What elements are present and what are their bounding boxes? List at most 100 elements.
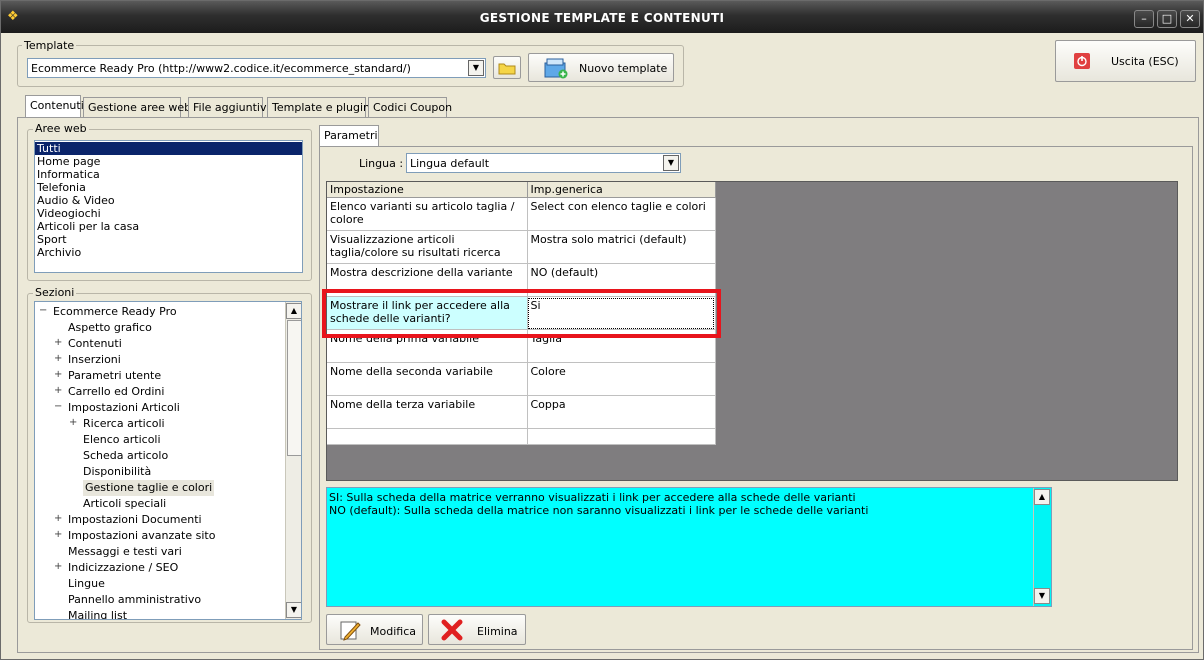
scroll-down-icon[interactable]: ▼ bbox=[1034, 588, 1050, 604]
tree-item[interactable]: Indicizzazione / SEO bbox=[68, 560, 178, 576]
sezioni-scrollbar[interactable]: ▲ ▼ bbox=[285, 302, 301, 619]
tree-item[interactable]: Elenco articoli bbox=[83, 432, 161, 448]
setting-value-cell[interactable]: Coppa bbox=[527, 395, 716, 429]
expand-icon[interactable]: + bbox=[54, 337, 62, 348]
maximize-button[interactable]: □ bbox=[1157, 10, 1177, 28]
expand-icon[interactable]: + bbox=[54, 529, 62, 540]
highlight-box bbox=[322, 289, 721, 338]
lingua-label: Lingua : bbox=[359, 157, 404, 170]
list-item[interactable]: Articoli per la casa bbox=[35, 220, 302, 233]
column-header-imp-generica[interactable]: Imp.generica bbox=[527, 182, 716, 198]
exit-label: Uscita (ESC) bbox=[1111, 55, 1179, 68]
sezioni-label: Sezioni bbox=[33, 286, 77, 299]
power-icon bbox=[1074, 53, 1090, 69]
table-row[interactable]: Elenco varianti su articolo taglia / col… bbox=[327, 197, 716, 231]
tree-item[interactable]: Aspetto grafico bbox=[68, 320, 152, 336]
list-item[interactable]: Telefonia bbox=[35, 181, 302, 194]
edit-icon bbox=[340, 621, 361, 641]
open-folder-button[interactable] bbox=[493, 56, 521, 79]
tree-item[interactable]: Lingue bbox=[68, 576, 105, 592]
table-row[interactable]: Visualizzazione articoli taglia/colore s… bbox=[327, 230, 716, 264]
list-item[interactable]: Home page bbox=[35, 155, 302, 168]
tree-item[interactable]: Pannello amministrativo bbox=[68, 592, 201, 608]
tree-item[interactable]: Mailing list bbox=[68, 608, 127, 619]
tree-item[interactable]: Gestione taglie e colori bbox=[83, 480, 215, 496]
title-bar: ❖ GESTIONE TEMPLATE E CONTENUTI – □ ✕ bbox=[1, 1, 1203, 33]
list-item[interactable]: Tutti bbox=[35, 142, 302, 155]
template-select[interactable]: Ecommerce Ready Pro (http://www2.codice.… bbox=[27, 58, 486, 78]
tree-item[interactable]: Impostazioni Documenti bbox=[68, 512, 202, 528]
setting-name-cell[interactable]: Elenco varianti su articolo taglia / col… bbox=[327, 197, 528, 231]
close-button[interactable]: ✕ bbox=[1180, 10, 1200, 28]
expand-icon[interactable]: + bbox=[54, 385, 62, 396]
setting-value-cell[interactable]: Select con elenco taglie e colori bbox=[527, 197, 716, 231]
tab-codici-coupon[interactable]: Codici Coupon bbox=[368, 97, 452, 117]
setting-value-cell[interactable]: Colore bbox=[527, 362, 716, 396]
main-window: ❖ GESTIONE TEMPLATE E CONTENUTI – □ ✕ Te… bbox=[0, 0, 1204, 660]
minimize-button[interactable]: – bbox=[1134, 10, 1154, 28]
elimina-button[interactable]: Elimina bbox=[428, 614, 526, 645]
tree-item[interactable]: Ricerca articoli bbox=[83, 416, 165, 432]
template-select-value: Ecommerce Ready Pro (http://www2.codice.… bbox=[31, 62, 411, 75]
delete-x-icon bbox=[441, 619, 463, 641]
collapse-icon[interactable]: − bbox=[54, 401, 62, 412]
table-row[interactable]: Nome della terza variabile Coppa bbox=[327, 395, 716, 429]
modifica-button[interactable]: Modifica bbox=[326, 614, 423, 645]
list-item[interactable]: Videogiochi bbox=[35, 207, 302, 220]
tree-item[interactable]: Carrello ed Ordini bbox=[68, 384, 164, 400]
setting-name-cell[interactable] bbox=[327, 428, 528, 445]
tab-parametri[interactable]: Parametri bbox=[319, 125, 379, 147]
tree-item[interactable]: Contenuti bbox=[68, 336, 122, 352]
tab-contenuti[interactable]: Contenuti bbox=[25, 95, 84, 117]
sezioni-tree[interactable]: − Ecommerce Ready Pro Aspetto grafico + Cont… bbox=[34, 301, 302, 620]
tree-item[interactable]: Scheda articolo bbox=[83, 448, 168, 464]
expand-icon[interactable]: + bbox=[54, 561, 62, 572]
tab-file-aggiuntivi[interactable]: File aggiuntivi bbox=[188, 97, 270, 117]
scroll-down-icon[interactable]: ▼ bbox=[286, 602, 301, 618]
tree-item[interactable]: Disponibilità bbox=[83, 464, 151, 480]
tree-item[interactable]: Ecommerce Ready Pro bbox=[53, 304, 177, 320]
tree-item[interactable]: Inserzioni bbox=[68, 352, 121, 368]
folder-icon bbox=[498, 63, 516, 75]
tab-gestione-aree-web[interactable]: Gestione aree web bbox=[83, 97, 191, 117]
list-item[interactable]: Archivio bbox=[35, 246, 302, 259]
column-header-impostazione[interactable]: Impostazione bbox=[327, 182, 528, 198]
expand-icon[interactable]: + bbox=[54, 513, 62, 524]
list-item[interactable]: Informatica bbox=[35, 168, 302, 181]
setting-name-cell[interactable]: Nome della terza variabile bbox=[327, 395, 528, 429]
description-box[interactable]: SI: Sulla scheda della matrice verranno … bbox=[326, 487, 1052, 607]
setting-name-cell[interactable]: Nome della seconda variabile bbox=[327, 362, 528, 396]
scroll-up-icon[interactable]: ▲ bbox=[286, 303, 301, 319]
tree-item[interactable]: Impostazioni avanzate sito bbox=[68, 528, 215, 544]
modifica-label: Modifica bbox=[370, 625, 416, 638]
expand-icon[interactable]: + bbox=[69, 417, 77, 428]
chevron-down-icon[interactable]: ▼ bbox=[663, 155, 679, 171]
aree-web-list[interactable]: Tutti Home page Informatica Telefonia Audio … bbox=[34, 140, 303, 273]
chevron-down-icon[interactable]: ▼ bbox=[468, 60, 484, 76]
list-item[interactable]: Audio & Video bbox=[35, 194, 302, 207]
setting-value-cell[interactable]: Mostra solo matrici (default) bbox=[527, 230, 716, 264]
lingua-select[interactable]: Lingua default ▼ bbox=[406, 153, 681, 173]
expand-icon[interactable]: + bbox=[54, 369, 62, 380]
description-scrollbar[interactable]: ▲ ▼ bbox=[1033, 488, 1051, 606]
table-row[interactable]: Nome della seconda variabile Colore bbox=[327, 362, 716, 396]
tree-item[interactable]: Messaggi e testi vari bbox=[68, 544, 182, 560]
lingua-select-value: Lingua default bbox=[410, 157, 490, 170]
table-row[interactable] bbox=[327, 428, 716, 445]
new-template-button[interactable]: Nuovo template bbox=[528, 53, 674, 82]
aree-web-label: Aree web bbox=[33, 122, 89, 135]
tree-item[interactable]: Parametri utente bbox=[68, 368, 161, 384]
collapse-icon[interactable]: − bbox=[39, 305, 47, 316]
exit-button[interactable]: Uscita (ESC) bbox=[1055, 40, 1196, 82]
setting-name-cell[interactable]: Visualizzazione articoli taglia/colore s… bbox=[327, 230, 528, 264]
setting-value-cell[interactable] bbox=[527, 428, 716, 445]
scroll-thumb[interactable] bbox=[287, 320, 301, 456]
tree-item[interactable]: Articoli speciali bbox=[83, 496, 166, 512]
list-item[interactable]: Sport bbox=[35, 233, 302, 246]
scroll-up-icon[interactable]: ▲ bbox=[1034, 489, 1050, 505]
tab-template-plugins[interactable]: Template e plugins bbox=[267, 97, 376, 117]
new-template-icon bbox=[544, 58, 568, 79]
tree-item[interactable]: Impostazioni Articoli bbox=[68, 400, 180, 416]
description-line-1: SI: Sulla scheda della matrice verranno … bbox=[329, 491, 856, 504]
expand-icon[interactable]: + bbox=[54, 353, 62, 364]
